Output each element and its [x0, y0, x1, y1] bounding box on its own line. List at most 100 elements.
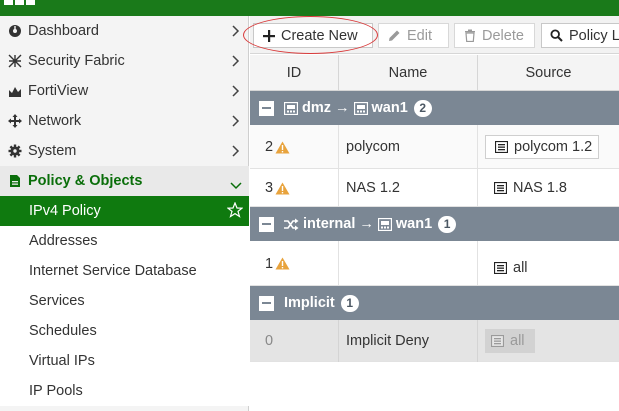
shuffle-icon	[284, 218, 299, 231]
count-badge: 1	[340, 294, 359, 312]
column-header-source[interactable]: Source	[478, 55, 619, 91]
sidebar-item-internet-service-database[interactable]: Internet Service Database	[0, 256, 249, 286]
column-header-name[interactable]: Name	[339, 55, 478, 91]
interface-icon	[353, 101, 368, 115]
collapse-icon[interactable]	[259, 100, 274, 116]
table-row[interactable]: 3 NAS 1.2 NAS 1.8	[250, 169, 619, 207]
policy-group-header[interactable]: Implicit 1	[250, 286, 619, 320]
sidebar-item-label: Dashboard	[28, 23, 99, 39]
table-row[interactable]: 1 all	[250, 241, 619, 286]
sidebar-item-schedules[interactable]: Schedules	[0, 316, 249, 346]
source-address-chip[interactable]: all	[485, 329, 535, 353]
source-address: NAS 1.8	[513, 180, 567, 196]
warning-icon[interactable]	[275, 141, 290, 154]
sidebar-item-label: Services	[29, 293, 85, 309]
dashboard-icon	[8, 24, 22, 38]
policy-group-header[interactable]: dmz → wan1 2	[250, 91, 619, 125]
delete-label: Delete	[482, 27, 524, 44]
sidebar-item-ipv4-policy[interactable]: IPv4 Policy	[0, 196, 249, 226]
sidebar-item-virtual-ips[interactable]: Virtual IPs	[0, 346, 249, 376]
sidebar: Dashboard Security Fabric FortiView Netw…	[0, 16, 249, 411]
column-header-id[interactable]: ID	[250, 55, 339, 91]
table-row[interactable]: 0 Implicit Deny all	[250, 320, 619, 362]
chevron-right-icon	[232, 24, 240, 40]
warning-icon[interactable]	[275, 182, 290, 195]
sidebar-item-label: IPv4 Policy	[29, 203, 101, 219]
sidebar-item-label: Virtual IPs	[29, 353, 95, 369]
sidebar-item-ip-pools[interactable]: IP Pools	[0, 376, 249, 406]
cell-id: 1	[250, 241, 339, 286]
source-address: all	[510, 333, 525, 349]
count-badge: 1	[438, 215, 457, 233]
destination-interface: wan1	[395, 216, 433, 232]
table-header: ID Name Source	[250, 55, 619, 91]
sidebar-item-label: Security Fabric	[28, 53, 125, 69]
cell-source: all	[478, 241, 619, 286]
edit-label: Edit	[407, 27, 432, 44]
chevron-down-icon	[230, 177, 242, 193]
address-icon	[495, 141, 508, 153]
sidebar-item-network[interactable]: Network	[0, 106, 249, 136]
arrow-right-icon: →	[359, 216, 374, 232]
policy-name: NAS 1.2	[339, 169, 478, 207]
policy-id: 0	[250, 320, 339, 362]
table-row[interactable]: 2 polycom polycom 1.2	[250, 125, 619, 169]
sidebar-item-security-fabric[interactable]: Security Fabric	[0, 46, 249, 76]
top-banner	[0, 0, 619, 16]
gear-icon	[8, 144, 22, 158]
sidebar-item-label: Addresses	[29, 233, 98, 249]
source-address-chip[interactable]: NAS 1.8	[485, 180, 567, 196]
sidebar-item-services[interactable]: Services	[0, 286, 249, 316]
cell-id: 3	[250, 169, 339, 207]
chevron-right-icon	[232, 84, 240, 100]
create-new-button[interactable]: Create New	[253, 23, 373, 48]
sidebar-item-label: System	[28, 143, 77, 159]
trash-icon	[464, 29, 476, 42]
address-icon	[491, 335, 504, 347]
chevron-right-icon	[232, 144, 240, 160]
policy-id: 3	[265, 180, 274, 196]
source-interface: dmz	[302, 100, 331, 116]
delete-button[interactable]: Delete	[454, 23, 535, 48]
source-interface: internal	[303, 216, 356, 232]
collapse-icon[interactable]	[259, 216, 274, 232]
sidebar-item-fortiview[interactable]: FortiView	[0, 76, 249, 106]
policy-lookup-button[interactable]: Policy L	[541, 23, 619, 48]
arrow-right-icon: →	[335, 100, 350, 116]
security-fabric-icon	[8, 54, 22, 68]
destination-interface: wan1	[371, 100, 408, 116]
interface-icon	[377, 217, 392, 231]
chevron-right-icon	[232, 114, 240, 130]
address-icon	[494, 261, 507, 274]
star-icon[interactable]	[226, 201, 244, 221]
policy-id: 2	[265, 139, 274, 155]
chevron-right-icon	[232, 54, 240, 70]
group-label: Implicit	[284, 295, 335, 311]
create-new-label: Create New	[281, 27, 358, 44]
policy-objects-icon	[8, 174, 22, 188]
sidebar-item-addresses[interactable]: Addresses	[0, 226, 249, 256]
sidebar-item-dashboard[interactable]: Dashboard	[0, 16, 249, 46]
sidebar-item-label: Internet Service Database	[29, 263, 197, 279]
sidebar-item-system[interactable]: System	[0, 136, 249, 166]
policy-name	[339, 241, 478, 286]
warning-icon[interactable]	[275, 257, 290, 270]
source-address: all	[513, 259, 528, 276]
toolbar: Create New Edit Delete Policy L	[250, 16, 619, 54]
policy-lookup-label: Policy L	[569, 27, 619, 44]
sidebar-item-policy-objects[interactable]: Policy & Objects	[0, 166, 249, 196]
search-icon	[550, 29, 563, 42]
policy-name: Implicit Deny	[339, 320, 478, 362]
sidebar-item-label: IP Pools	[29, 383, 83, 399]
sidebar-item-label: Network	[28, 113, 82, 129]
collapse-icon[interactable]	[259, 295, 274, 311]
interface-icon	[284, 101, 298, 115]
source-address-chip[interactable]: all	[485, 260, 528, 276]
policy-id: 1	[265, 255, 274, 272]
network-icon	[8, 114, 22, 128]
sidebar-item-label: FortiView	[28, 83, 89, 99]
plus-icon	[263, 29, 275, 42]
policy-group-header[interactable]: internal → wan1 1	[250, 207, 619, 241]
edit-button[interactable]: Edit	[378, 23, 449, 48]
source-address-chip[interactable]: polycom 1.2	[485, 135, 600, 159]
